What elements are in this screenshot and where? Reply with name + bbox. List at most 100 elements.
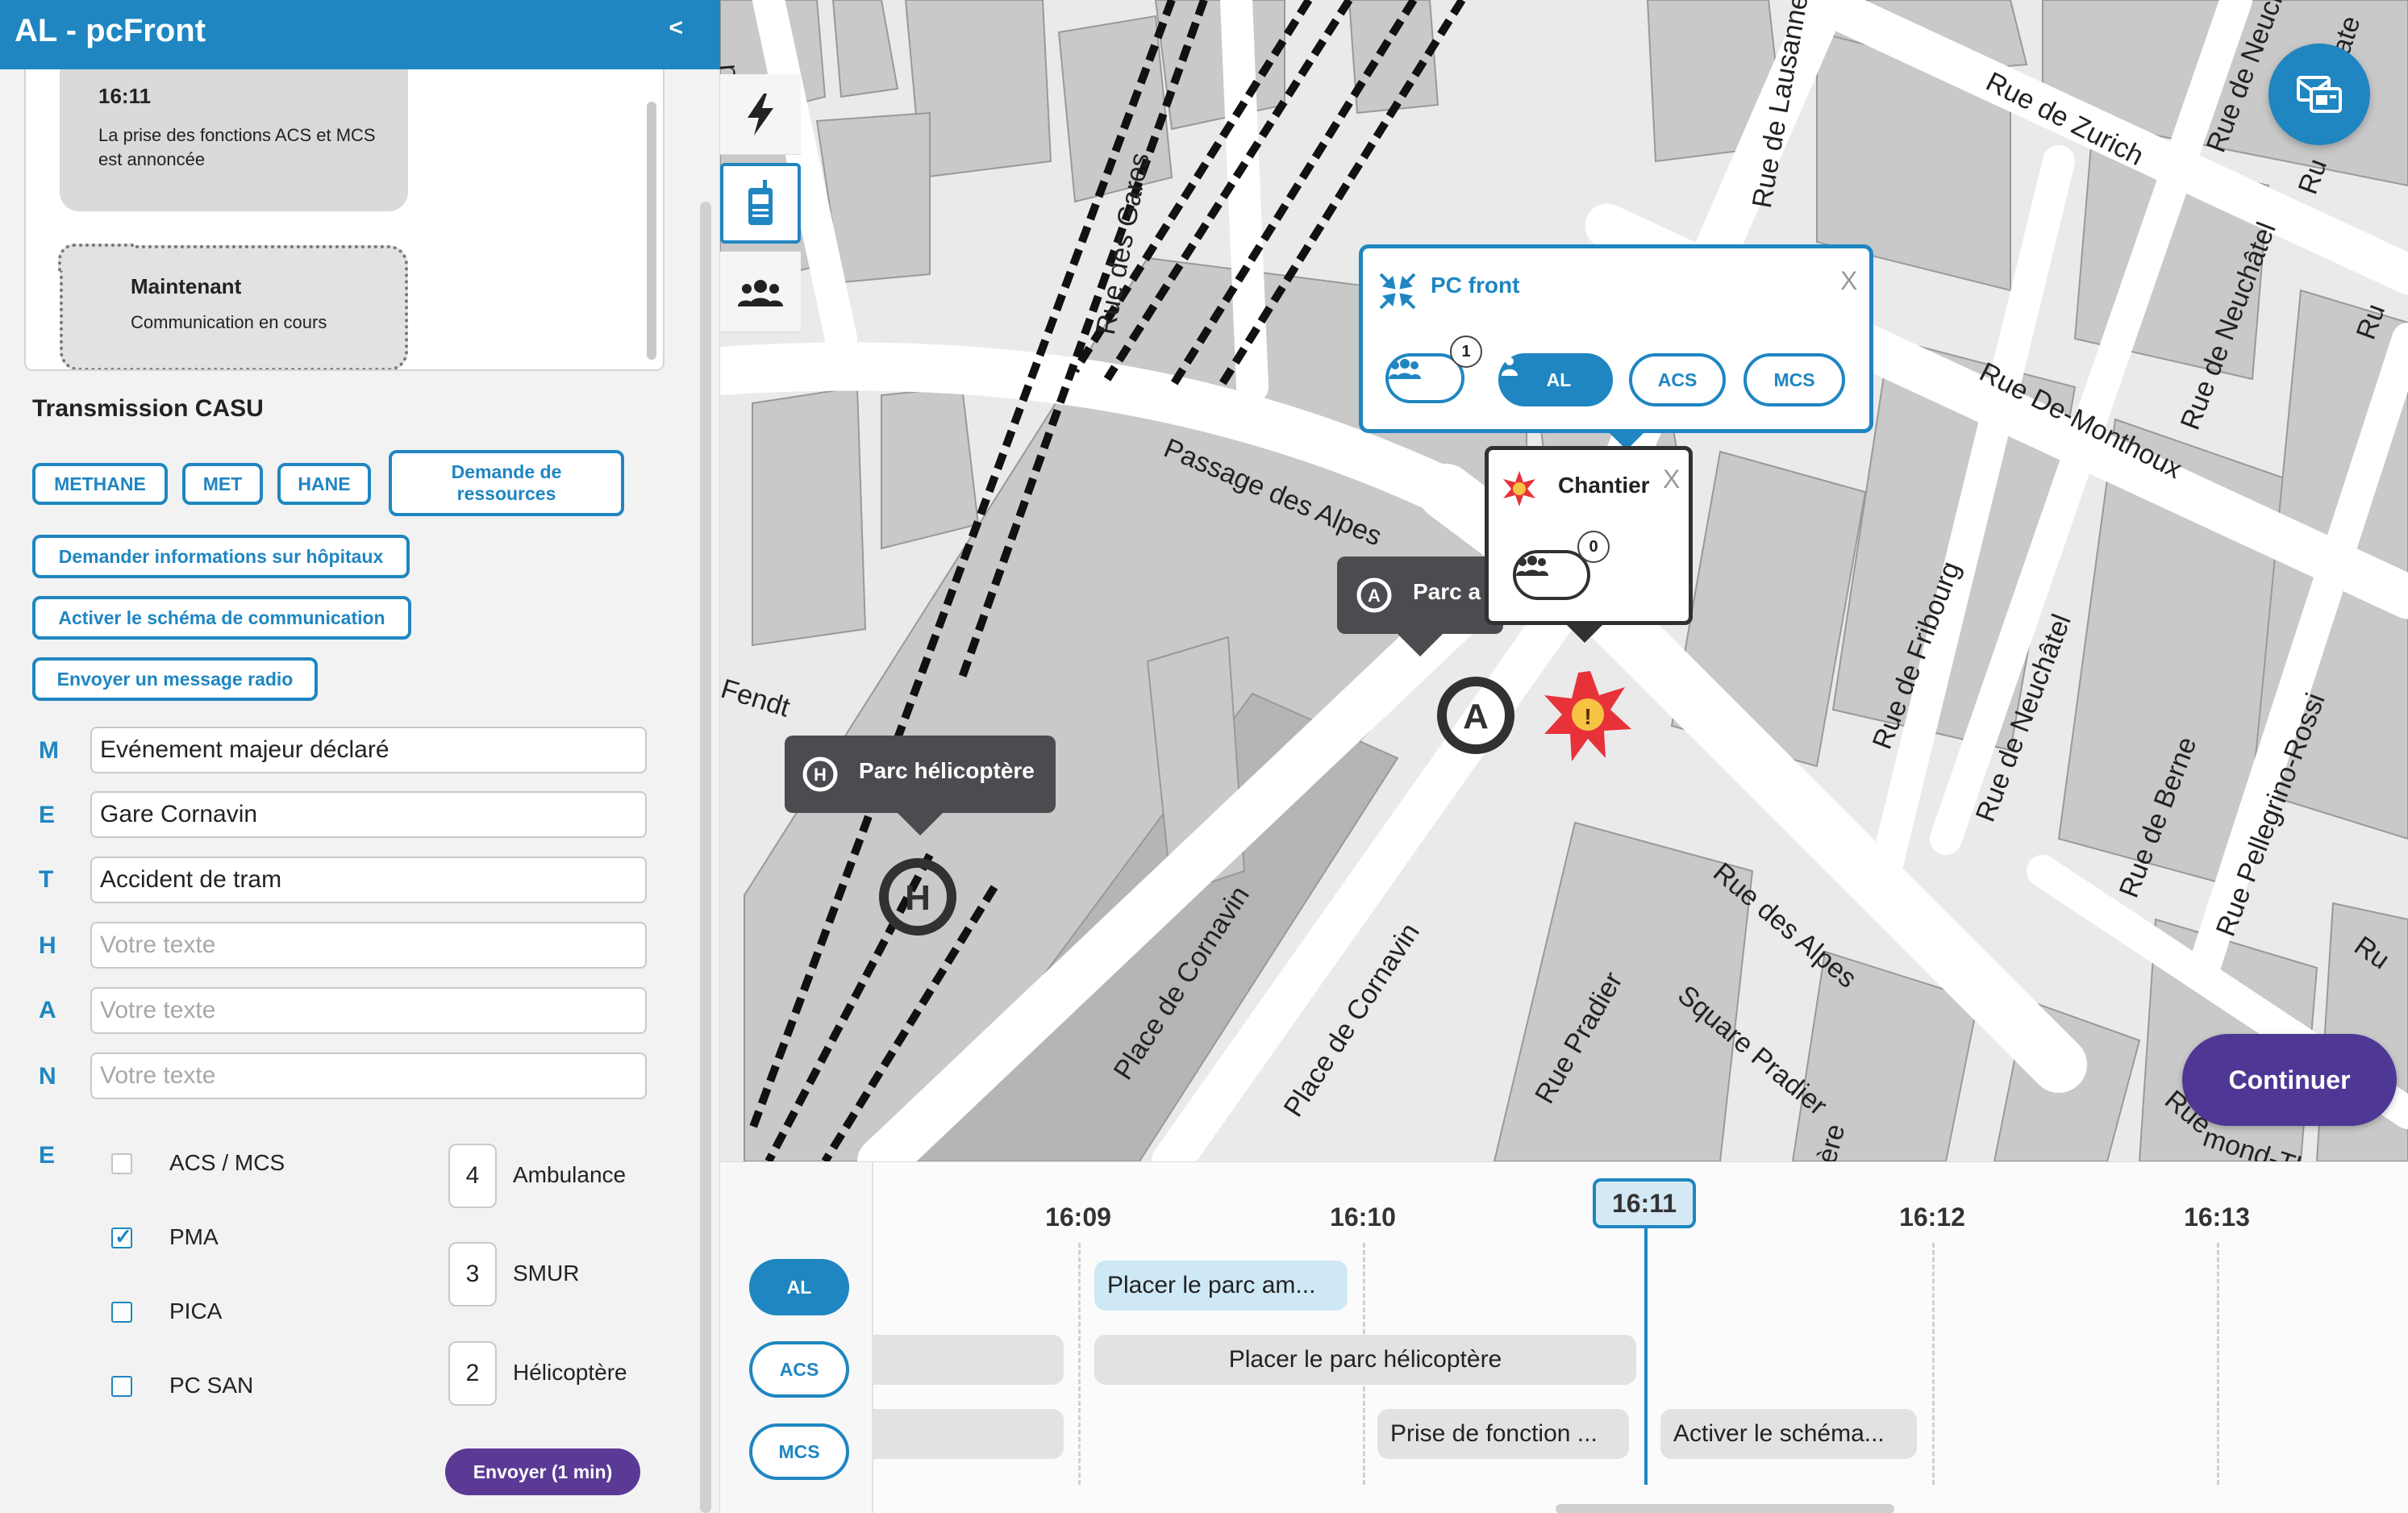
pc-front-title: PC front: [1431, 273, 1520, 298]
chantier-pointer: [1567, 625, 1602, 643]
timeline-task[interactable]: Prise de fonction ...: [1377, 1409, 1629, 1459]
methane-letter-m: M: [39, 737, 59, 764]
team-icon: [1389, 359, 1421, 379]
pma-checkbox[interactable]: [111, 1224, 132, 1249]
pc-san-checkbox[interactable]: [111, 1376, 132, 1397]
methane-letter-h: H: [39, 932, 56, 959]
pc-front-close-button[interactable]: X: [1840, 266, 1857, 296]
timeline-task[interactable]: [873, 1409, 1064, 1459]
pc-front-al-pill[interactable]: AL: [1498, 353, 1613, 406]
construction-burst-icon: [1503, 471, 1535, 506]
acs-mcs-checkbox[interactable]: [111, 1153, 132, 1174]
incident-burst-icon[interactable]: !: [1544, 671, 1631, 761]
team-icon: [1516, 556, 1548, 576]
methane-e-field[interactable]: [90, 791, 647, 838]
ambulance-park-label: Parc a: [1413, 579, 1481, 604]
methane-h-field[interactable]: [90, 922, 647, 969]
helicopter-qty-input[interactable]: 2: [448, 1341, 497, 1406]
pc-san-label: PC SAN: [169, 1373, 254, 1398]
helicopter-park-popup[interactable]: H Parc hélicoptère: [785, 736, 1056, 836]
svg-text:!: !: [1584, 704, 1591, 729]
pc-front-acs-pill[interactable]: ACS: [1629, 353, 1726, 406]
ambulance-qty-input[interactable]: 4: [448, 1144, 497, 1208]
methane-n-field[interactable]: [90, 1052, 647, 1099]
methane-t-field[interactable]: [90, 857, 647, 903]
chat-message: 16:11 La prise des fonctions ACS et MCS …: [60, 69, 408, 211]
title-bar: AL - pcFront <: [0, 0, 720, 69]
timeline-time-label: 16:12: [1899, 1202, 1965, 1232]
timeline-row-al[interactable]: AL: [749, 1259, 849, 1315]
team-tool-button[interactable]: [720, 252, 801, 332]
app-title: AL - pcFront: [15, 13, 206, 48]
methane-letter-n: N: [39, 1063, 56, 1090]
svg-text:H: H: [905, 878, 931, 918]
pc-front-popup[interactable]: PC front X 1 AL ACS MCS: [1359, 244, 1873, 433]
timeline-row-mcs[interactable]: MCS: [749, 1423, 849, 1480]
chat-message-current: Maintenant Communication en cours: [58, 244, 408, 369]
send-radio-message-button[interactable]: Envoyer un message radio: [32, 657, 318, 701]
ambulance-park-icon: A: [1356, 577, 1392, 613]
chat-log[interactable]: 16:11 La prise des fonctions ACS et MCS …: [24, 69, 664, 371]
methane-letter-t: T: [39, 866, 54, 893]
methane-letter-e: E: [39, 802, 56, 828]
timeline-gridline: [2217, 1243, 2219, 1485]
chat-scrollbar[interactable]: [647, 102, 656, 360]
chantier-close-button[interactable]: X: [1663, 465, 1680, 494]
chat-message-time: 16:11: [98, 84, 152, 108]
converge-arrows-icon: [1379, 273, 1416, 310]
pica-checkbox[interactable]: [111, 1302, 132, 1323]
helicopter-label: Hélicoptère: [513, 1360, 627, 1385]
ambulance-label: Ambulance: [513, 1162, 627, 1187]
timeline-gridline: [1078, 1243, 1081, 1485]
methane-button[interactable]: METHANE: [32, 463, 168, 505]
left-panel: AL - pcFront < 16:11 La prise des foncti…: [0, 0, 720, 1513]
timeline-task[interactable]: [873, 1335, 1064, 1385]
timeline-current-time: 16:11: [1593, 1178, 1696, 1228]
request-resources-button[interactable]: Demande de ressources: [389, 450, 624, 516]
pc-front-al-label: AL: [1546, 369, 1572, 390]
ambulance-park-popup[interactable]: A Parc a: [1337, 556, 1503, 656]
chantier-team-button[interactable]: [1513, 550, 1590, 600]
pica-label: PICA: [169, 1298, 223, 1323]
timeline-task[interactable]: Placer le parc am...: [1094, 1261, 1348, 1311]
hospital-info-button[interactable]: Demander informations sur hôpitaux: [32, 535, 410, 578]
radio-icon: [748, 180, 773, 225]
lightning-tool-button[interactable]: [720, 74, 801, 155]
timeline-time-label: 16:13: [2184, 1202, 2250, 1232]
methane-letter-a: A: [39, 997, 56, 1023]
left-panel-scrollbar[interactable]: [700, 202, 711, 1513]
methane-letter-e2: E: [39, 1142, 56, 1169]
map[interactable]: A H ! Rue des Gares Passage des Alpes Ru…: [720, 0, 2408, 1161]
send-button[interactable]: Envoyer (1 min): [445, 1448, 640, 1495]
helicopter-park-label: Parc hélicoptère: [859, 758, 1035, 783]
acs-mcs-label: ACS / MCS: [169, 1150, 285, 1175]
smur-label: SMUR: [513, 1261, 580, 1286]
pc-front-mcs-pill[interactable]: MCS: [1744, 353, 1845, 406]
continue-button[interactable]: Continuer: [2182, 1034, 2397, 1126]
chat-message-time: Maintenant: [131, 274, 242, 298]
lightning-icon: [748, 93, 773, 135]
radio-tool-button[interactable]: [720, 163, 801, 244]
timeline-task[interactable]: Placer le parc hélicoptère: [1094, 1335, 1636, 1385]
pma-label: PMA: [169, 1224, 219, 1249]
timeline-gridline: [1932, 1243, 1935, 1485]
methane-m-field[interactable]: [90, 727, 647, 773]
collapse-panel-button[interactable]: <: [669, 15, 683, 42]
timeline-now-line: [1644, 1228, 1648, 1485]
activate-communication-scheme-button[interactable]: Activer le schéma de communication: [32, 596, 411, 640]
timeline-scrollbar[interactable]: [1556, 1504, 1894, 1513]
timeline-row-acs[interactable]: ACS: [749, 1341, 849, 1398]
envelopes-icon: [2297, 76, 2342, 113]
svg-text:H: H: [814, 765, 827, 785]
chat-message-text: La prise des fonctions ACS et MCS est an…: [98, 125, 376, 169]
smur-qty-input[interactable]: 3: [448, 1242, 497, 1307]
hane-button[interactable]: HANE: [277, 463, 371, 505]
map-tool-bar: [720, 74, 801, 332]
timeline-task[interactable]: Activer le schéma...: [1660, 1409, 1917, 1459]
met-button[interactable]: MET: [182, 463, 263, 505]
methane-a-field[interactable]: [90, 987, 647, 1034]
timeline[interactable]: 16:09 16:10 16:12 16:13 16:11 AL ACS MCS…: [720, 1161, 2408, 1513]
chantier-popup[interactable]: Chantier X 0: [1485, 446, 1693, 625]
transmission-title: Transmission CASU: [32, 395, 264, 422]
messages-fab-button[interactable]: [2268, 44, 2370, 145]
